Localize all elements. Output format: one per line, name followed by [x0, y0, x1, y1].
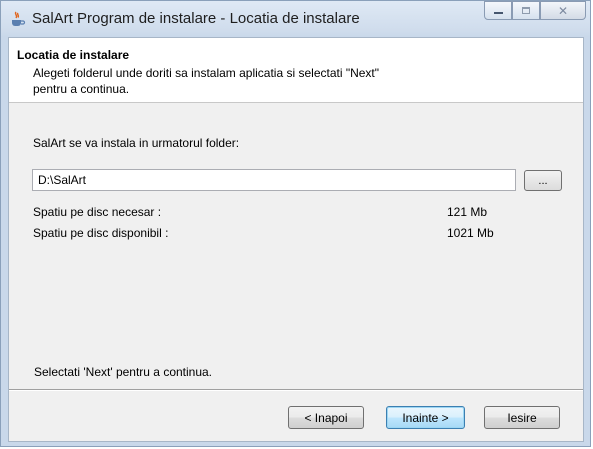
close-button[interactable]: ✕ [540, 1, 586, 20]
title-bar[interactable]: SalArt Program de instalare - Locatia de… [1, 1, 590, 37]
browse-button[interactable]: ... [524, 170, 562, 191]
minimize-button[interactable] [484, 1, 512, 20]
page-subtitle: Alegeti folderul unde doriti sa instalam… [33, 66, 380, 96]
install-folder-label: SalArt se va instala in urmatorul folder… [33, 136, 240, 150]
required-space-label: Spatiu pe disc necesar : [33, 205, 162, 219]
available-space-value: 1021 Mb [447, 226, 494, 240]
maximize-icon [522, 7, 530, 14]
close-icon: ✕ [557, 3, 569, 18]
window-controls: ✕ [484, 1, 586, 23]
dialog-client-area: Locatia de instalare Alegeti folderul un… [8, 37, 584, 442]
continue-hint: Selectati 'Next' pentru a continua. [34, 365, 213, 379]
required-space-value: 121 Mb [447, 205, 488, 219]
minimize-icon [493, 12, 503, 14]
install-path-input[interactable] [32, 169, 516, 191]
next-button[interactable]: Inainte > [386, 406, 465, 429]
header-panel: Locatia de instalare Alegeti folderul un… [9, 38, 583, 103]
exit-button[interactable]: Iesire [484, 406, 560, 429]
maximize-button[interactable] [512, 1, 540, 20]
back-button[interactable]: < Inapoi [288, 406, 364, 429]
page-title: Locatia de instalare [17, 48, 130, 62]
installer-window: SalArt Program de instalare - Locatia de… [0, 0, 591, 447]
available-space-label: Spatiu pe disc disponibil : [33, 226, 169, 240]
footer-divider [9, 389, 583, 391]
java-cup-icon [12, 11, 26, 26]
window-title: SalArt Program de instalare - Locatia de… [32, 10, 360, 27]
